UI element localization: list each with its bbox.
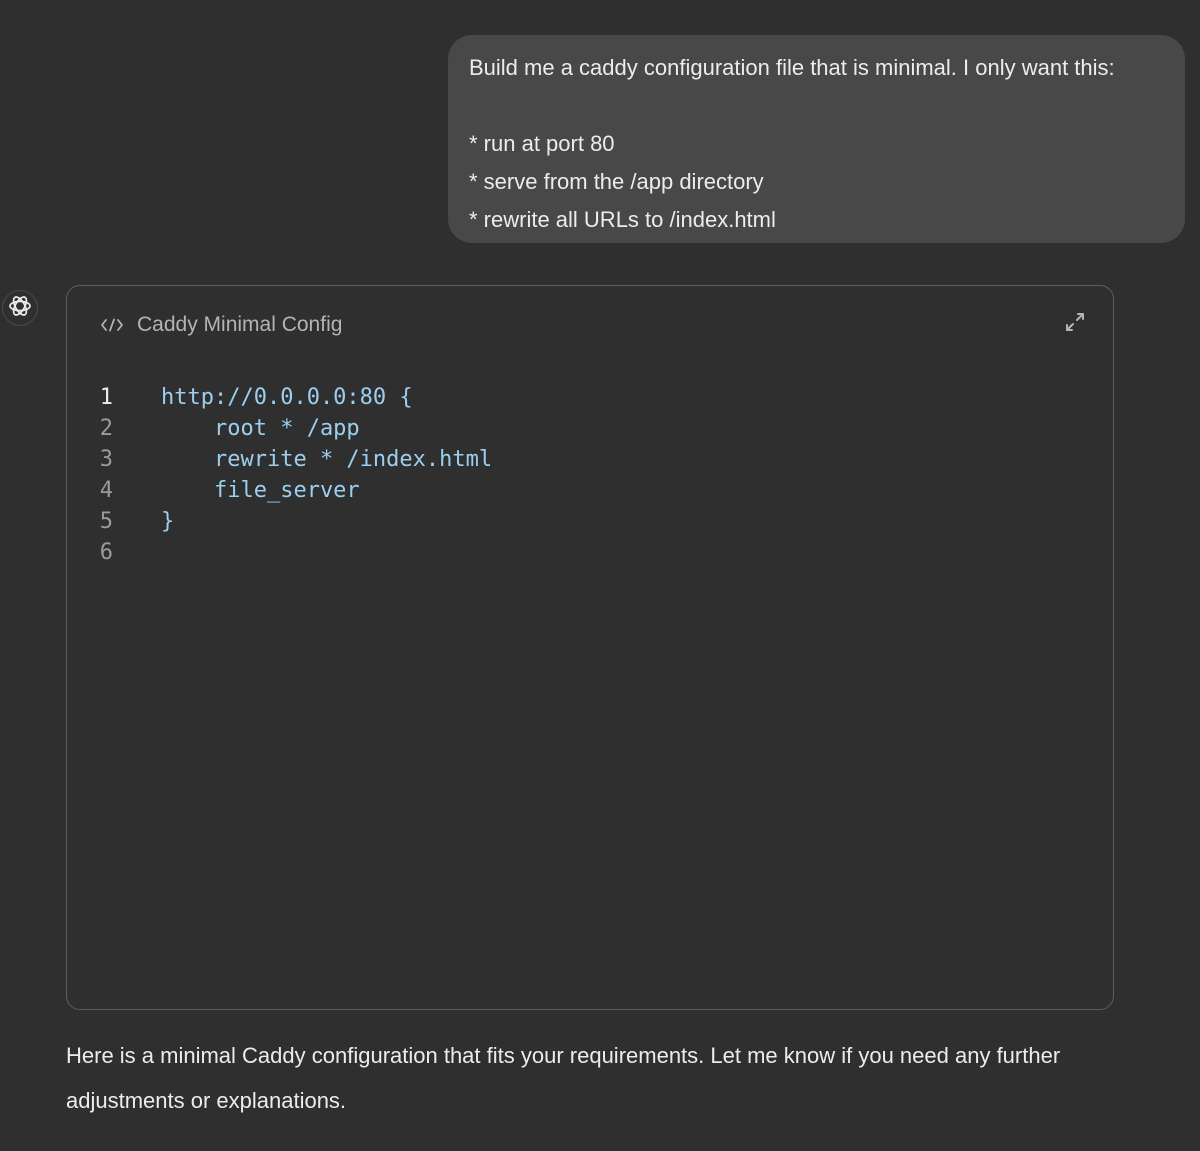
- code-line: 5 }: [67, 506, 1113, 537]
- expand-button[interactable]: [1061, 310, 1089, 338]
- line-number: 3: [99, 447, 113, 472]
- code-text[interactable]: root * /app: [161, 413, 360, 444]
- assistant-avatar: [2, 290, 38, 326]
- user-message-line: Build me a caddy configuration file that…: [469, 55, 1115, 80]
- user-message-line: * rewrite all URLs to /index.html: [469, 207, 776, 232]
- code-line: 3 rewrite * /index.html: [67, 444, 1113, 475]
- user-message-bubble: Build me a caddy configuration file that…: [448, 35, 1185, 243]
- line-number: 1: [99, 385, 113, 410]
- openai-logo-icon: [7, 293, 33, 324]
- code-line: 1 http://0.0.0.0:80 {: [67, 382, 1113, 413]
- user-message-line: [469, 87, 1165, 125]
- code-brackets-icon: [99, 315, 125, 335]
- user-message-line: * run at port 80: [469, 131, 615, 156]
- assistant-reply: Here is a minimal Caddy configuration th…: [66, 1043, 1061, 1113]
- code-line: 6: [67, 537, 1113, 568]
- line-number: 5: [99, 509, 113, 534]
- code-text[interactable]: rewrite * /index.html: [161, 444, 492, 475]
- code-editor[interactable]: 1 http://0.0.0.0:80 { 2 root * /app 3 re…: [67, 382, 1113, 568]
- line-number: 4: [99, 478, 113, 503]
- code-canvas[interactable]: Caddy Minimal Config 1 http://0.0.0.0:80…: [66, 285, 1114, 1010]
- line-number: 6: [99, 540, 113, 565]
- code-text[interactable]: http://0.0.0.0:80 {: [161, 382, 413, 413]
- user-message-line: * serve from the /app directory: [469, 169, 764, 194]
- line-number: 2: [99, 416, 113, 441]
- code-line: 2 root * /app: [67, 413, 1113, 444]
- code-text[interactable]: file_server: [161, 475, 360, 506]
- code-line: 4 file_server: [67, 475, 1113, 506]
- expand-icon: [1064, 311, 1086, 338]
- code-text[interactable]: }: [161, 506, 174, 537]
- canvas-title: Caddy Minimal Config: [137, 313, 343, 336]
- canvas-header: Caddy Minimal Config: [99, 310, 342, 340]
